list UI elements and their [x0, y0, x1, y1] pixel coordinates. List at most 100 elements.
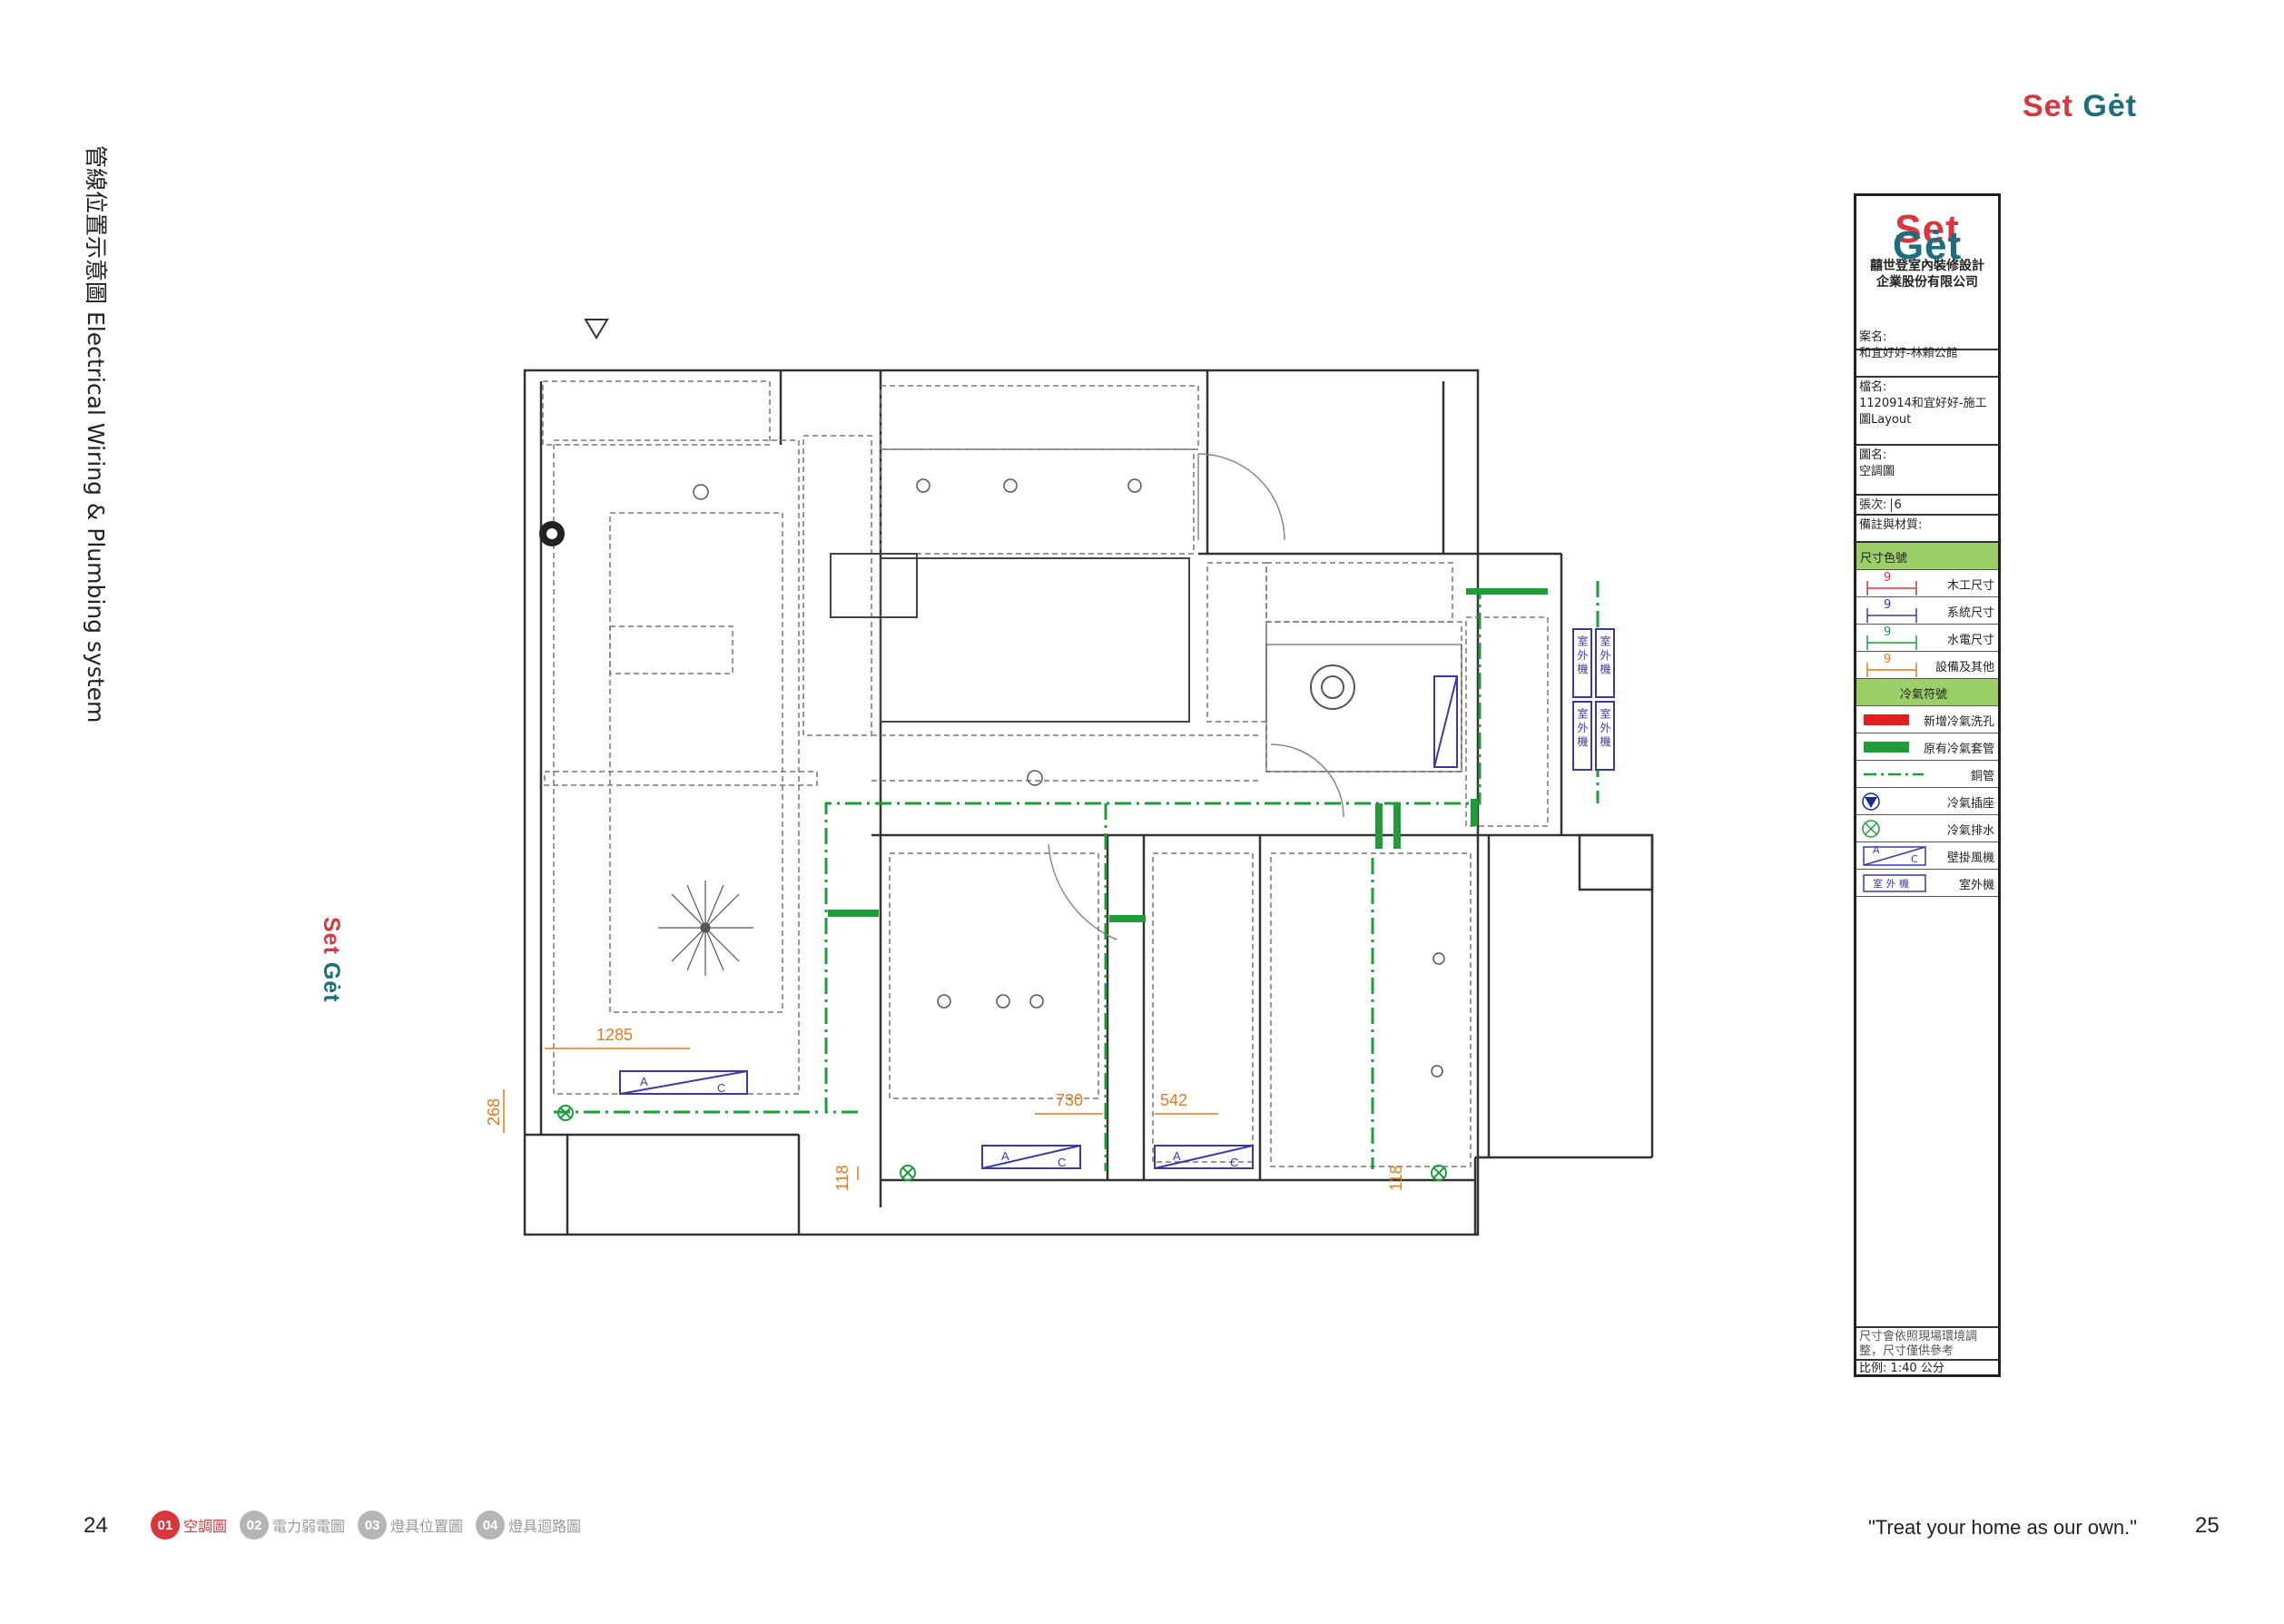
unit-a-label: A [1001, 1149, 1009, 1163]
section-tabs: 01 空調圖 02 電力弱電圖 03 燈具位置圖 04 燈具迴路圖 [151, 1511, 581, 1540]
tab-number-badge: 04 [476, 1511, 506, 1540]
dim-sample-number: 9 [1884, 571, 1892, 585]
furniture-outlines [542, 380, 1549, 1167]
page-title: 管線位置示意圖 Electrical Wiring & Plumbing sys… [64, 145, 127, 735]
dim-legend-label: 木工尺寸 [1946, 579, 1994, 593]
unit-a-label: A [640, 1075, 648, 1088]
tab-number-badge: 02 [240, 1511, 270, 1540]
green-bar-icon [1864, 742, 1909, 753]
disclaimer: 尺寸會依照現場環境調整，尺寸僅供參考 [1856, 1326, 1998, 1361]
fixed-furniture [830, 553, 1462, 773]
sheet-number: 張次: 6 [1856, 496, 1998, 516]
scale: 比例: 1:40 公分 [1856, 1361, 1998, 1377]
ceiling-light-icon [658, 881, 753, 976]
dim-sample-icon [1866, 635, 1917, 650]
dim-legend-row: 9 木工尺寸 [1856, 570, 1998, 597]
unit-a-label: A [1173, 1149, 1181, 1163]
unit-c-label: C [1230, 1156, 1238, 1169]
section-tab-01[interactable]: 01 空調圖 [151, 1511, 227, 1540]
drain-pipe-icon [539, 521, 565, 546]
header-logo: Set Gėt [2023, 89, 2137, 124]
symbol-box-c: C [1911, 853, 1918, 865]
dim-1285: 1285 [596, 1026, 633, 1044]
green-x-circle-icon [1862, 820, 1880, 838]
dim-sample-icon [1866, 608, 1917, 623]
dim-legend-row: 9 系統尺寸 [1856, 597, 1998, 625]
tab-label: 燈具位置圖 [390, 1518, 464, 1535]
dim-legend-label: 系統尺寸 [1946, 606, 1994, 620]
ac-symbol-label: 室外機 [1958, 879, 1994, 892]
tab-number-badge: 03 [358, 1511, 388, 1540]
dim-legend-row: 9 水電尺寸 [1856, 625, 1998, 652]
file-name: 檔名: 1120914和宜好好-施工圖Layout [1856, 378, 1998, 446]
indoor-unit-box-icon [1863, 846, 1926, 866]
ac-legend-header: 冷氣符號 [1856, 679, 1998, 706]
dash-dot-line-icon [1864, 773, 1924, 776]
case-name: 案名: 和宜好好-林賴公館 [1856, 328, 1998, 378]
symbol-box-text: 室 外 機 [1873, 878, 1909, 890]
door-swings [1048, 453, 1344, 940]
section-tab-02[interactable]: 02 電力弱電圖 [240, 1511, 345, 1540]
dim-sample-icon [1866, 663, 1917, 677]
case-value: 和宜好好-林賴公館 [1859, 347, 1958, 360]
dim-730: 730 [1056, 1091, 1083, 1109]
ac-copper-pipes [554, 581, 1600, 1171]
dim-542: 542 [1160, 1091, 1187, 1109]
page-title-text: 管線位置示意圖 Electrical Wiring & Plumbing sys… [83, 145, 109, 723]
dim-118: 118 [833, 1165, 852, 1191]
dim-118: 118 [1387, 1165, 1405, 1191]
ac-symbol-label: 原有冷氣套管 [1923, 743, 1994, 756]
company-name-1: 囍世登室內裝修設計 [1870, 259, 1984, 273]
vertical-logo-set: Set [319, 917, 344, 955]
floor-plan: A C A C A C 室 外 機 室 外 機 室 外 機 室 外 機 1285… [485, 319, 1654, 1236]
sheet-value: 6 [1890, 498, 1902, 512]
orientation-marker-icon [584, 319, 609, 340]
ac-legend-title: 冷氣符號 [1900, 688, 1948, 702]
tab-label: 電力弱電圖 [272, 1518, 346, 1535]
unit-c-label: C [717, 1081, 725, 1095]
dim-sample-icon [1866, 581, 1917, 595]
ac-symbol-label: 冷氣插座 [1946, 797, 1994, 811]
drawing-label: 圖名: [1859, 448, 1887, 462]
dimension-lines [503, 1048, 1218, 1180]
indoor-units [619, 675, 1458, 1169]
title-block: Set Gėt 囍世登室內裝修設計 企業股份有限公司 案名: 和宜好好-林賴公館… [1854, 193, 2001, 1377]
dim-legend-label: 水電尺寸 [1946, 634, 1994, 647]
scale-text: 比例: 1:40 公分 [1859, 1362, 1944, 1375]
ac-symbol-row: 室 外 機 室外機 [1856, 870, 1998, 897]
case-label: 案名: [1859, 330, 1887, 344]
outdoor-unit-label: 室 外 機 [1576, 707, 1589, 747]
vertical-logo-get: Gėt [319, 961, 344, 1003]
symbol-box-a: A [1873, 844, 1880, 856]
sheet-label: 張次: [1859, 498, 1887, 512]
drawing-name: 圖名: 空調圖 [1856, 446, 1998, 496]
dim-sample-number: 9 [1884, 653, 1892, 666]
ac-symbol-label: 壁掛風機 [1946, 851, 1994, 865]
notes-label-text: 備註與材質: [1859, 518, 1923, 532]
file-label: 檔名: [1859, 380, 1887, 394]
ac-sleeves [828, 588, 1548, 922]
ac-symbol-row: 銅管 [1856, 761, 1998, 788]
cooktop-icon [1310, 664, 1355, 710]
drawing-value: 空調圖 [1859, 465, 1895, 478]
ac-symbol-row: 冷氣插座 [1856, 788, 1998, 815]
ac-symbol-label: 銅管 [1970, 770, 1994, 783]
ac-symbol-row: 新增冷氣洗孔 [1856, 706, 1998, 733]
dim-268: 268 [485, 1098, 503, 1126]
notes-label: 備註與材質: [1856, 516, 1998, 543]
ac-symbol-row: A C 壁掛風機 [1856, 842, 1998, 870]
company-name-2: 企業股份有限公司 [1876, 275, 1978, 290]
outdoor-unit-label: 室 外 機 [1576, 635, 1589, 674]
tab-number-badge: 01 [151, 1511, 180, 1540]
left-page-number: 24 [84, 1513, 108, 1538]
outdoor-unit-label: 室 外 機 [1599, 635, 1611, 674]
ac-symbol-label: 冷氣排水 [1946, 824, 1994, 838]
section-tab-03[interactable]: 03 燈具位置圖 [358, 1511, 463, 1540]
dim-legend-title: 尺寸色號 [1860, 552, 1908, 566]
vertical-logo: Set Gėt [313, 917, 349, 1008]
section-tab-04[interactable]: 04 燈具迴路圖 [476, 1511, 581, 1540]
dim-sample-number: 9 [1884, 598, 1892, 612]
dim-legend-label: 設備及其他 [1935, 661, 1994, 674]
ac-symbol-label: 新增冷氣洗孔 [1923, 715, 1994, 729]
indoor-unit-letters: A C A C A C [640, 1075, 1238, 1169]
